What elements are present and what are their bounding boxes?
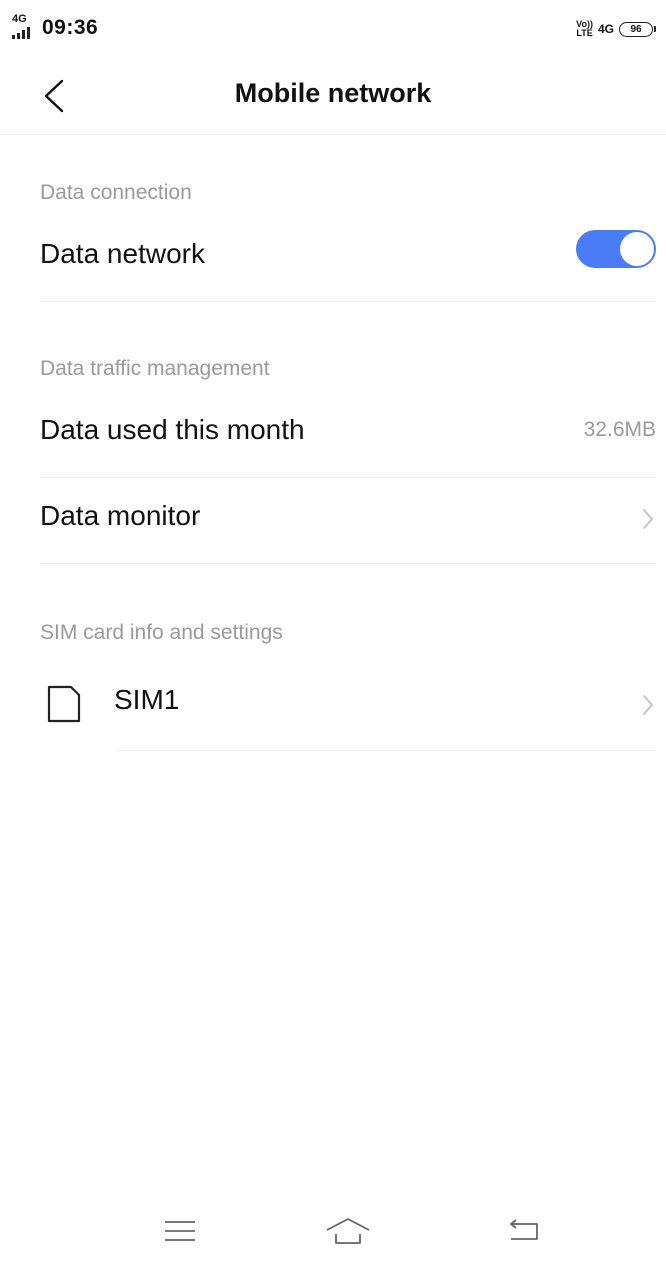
chevron-right-icon — [643, 509, 653, 529]
toggle-knob — [620, 232, 654, 266]
data-network-toggle[interactable] — [576, 230, 656, 268]
section-label-data-traffic: Data traffic management — [40, 357, 270, 380]
status-right: Vo)) LTE 4G 96 — [576, 20, 656, 38]
section-label-sim: SIM card info and settings — [40, 621, 283, 644]
battery-tip — [654, 26, 656, 32]
sim-card-icon — [47, 685, 81, 723]
chevron-right-icon — [643, 695, 653, 715]
data-network-row[interactable]: Data network — [40, 216, 656, 302]
data-used-row[interactable]: Data used this month 32.6MB — [40, 392, 656, 478]
home-button[interactable] — [318, 1213, 378, 1249]
data-network-label: Data network — [40, 238, 205, 269]
section-label-data-connection: Data connection — [40, 181, 192, 204]
menu-button[interactable] — [150, 1213, 210, 1249]
sim1-label: SIM1 — [114, 684, 180, 715]
battery-icon: 96 — [619, 21, 656, 37]
menu-icon — [165, 1221, 195, 1241]
page-title: Mobile network — [234, 78, 432, 108]
sim1-row[interactable]: SIM1 — [40, 662, 656, 750]
signal-icon: 4G — [12, 14, 40, 42]
header: Mobile network — [0, 62, 666, 135]
data-used-label: Data used this month — [40, 414, 305, 445]
nav-bar — [0, 1195, 666, 1269]
back-arrow-icon — [510, 1219, 538, 1240]
status-time: 09:36 — [42, 16, 99, 39]
data-monitor-label: Data monitor — [40, 500, 201, 531]
network-4g-label: 4G — [597, 22, 614, 36]
status-left: 4G 09:36 — [12, 14, 98, 42]
battery-level: 96 — [619, 21, 653, 37]
back-nav-button[interactable] — [494, 1213, 554, 1249]
volte-bottom-label: LTE — [576, 28, 593, 38]
home-icon — [326, 1218, 370, 1244]
data-monitor-row[interactable]: Data monitor — [40, 478, 656, 564]
volte-icon: Vo)) LTE — [576, 20, 593, 38]
data-used-value: 32.6MB — [583, 418, 656, 441]
network-type-label: 4G — [12, 13, 27, 25]
sim-divider — [116, 750, 656, 751]
status-bar: 4G 09:36 Vo)) LTE 4G 96 — [0, 0, 666, 62]
